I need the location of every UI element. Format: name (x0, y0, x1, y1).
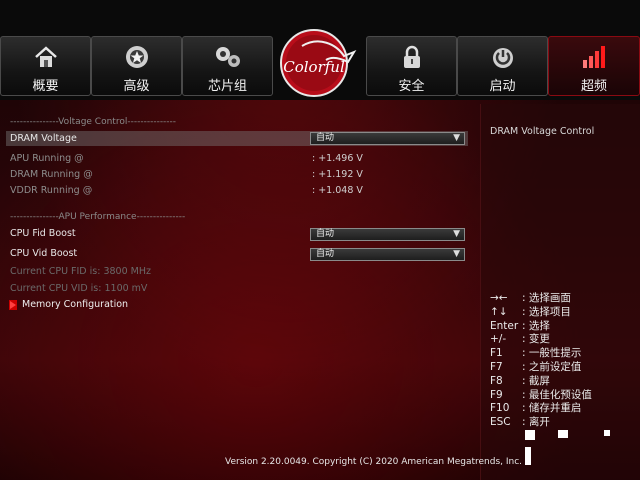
dram-voltage-label[interactable]: DRAM Voltage (10, 133, 77, 144)
dram-voltage-select[interactable]: 自动 ▼ (310, 132, 465, 145)
cpu-fid-boost-select[interactable]: 自动 ▼ (310, 228, 465, 241)
voltage-control-header: ---------------Voltage Control----------… (10, 117, 177, 127)
chevron-down-icon: ▼ (453, 133, 460, 143)
apu-running-value: : +1.496 V (312, 153, 363, 164)
lock-icon (399, 43, 425, 71)
key-legend-row: F8: 截屏 (490, 374, 550, 387)
tab-overclock[interactable]: 超频 (548, 36, 640, 96)
version-footer: Version 2.20.0049. Copyright (C) 2020 Am… (225, 457, 523, 467)
key-legend-row: F10: 储存并重启 (490, 402, 582, 415)
key-legend-row: ↑↓: 选择项目 (490, 305, 571, 318)
power-icon (490, 43, 516, 71)
key-legend-row: F1: 一般性提示 (490, 347, 582, 360)
submenu-arrow-icon (9, 299, 17, 310)
artifact-square (525, 447, 531, 465)
tab-boot-label: 启动 (489, 79, 516, 94)
current-cpu-vid-text: Current CPU VID is: 1100 mV (10, 283, 148, 294)
key-legend-row: F7: 之前设定值 (490, 360, 582, 373)
tab-security[interactable]: 安全 (366, 36, 457, 96)
star-gear-icon (124, 43, 150, 71)
key-legend-row: +/-: 变更 (490, 333, 550, 346)
tab-boot[interactable]: 启动 (457, 36, 548, 96)
artifact-square (558, 430, 568, 438)
tab-overview-label: 概要 (32, 79, 59, 94)
vddr-running-label: VDDR Running @ (10, 185, 93, 196)
tab-chipset[interactable]: 芯片组 (182, 36, 273, 96)
key-legend-row: ESC: 离开 (490, 416, 550, 429)
apu-performance-header: ---------------APU Performance----------… (10, 212, 186, 222)
artifact-square (604, 430, 610, 436)
chevron-down-icon: ▼ (453, 229, 460, 239)
memory-configuration-link[interactable]: Memory Configuration (9, 299, 129, 310)
current-cpu-fid-text: Current CPU FID is: 3800 MHz (10, 266, 151, 277)
dram-running-value: : +1.192 V (312, 169, 363, 180)
tab-advanced[interactable]: 高级 (91, 36, 182, 96)
tab-chipset-label: 芯片组 (207, 79, 247, 94)
colorful-logo: Colorful (274, 26, 364, 100)
dram-running-label: DRAM Running @ (10, 169, 93, 180)
tab-advanced-label: 高级 (123, 79, 150, 94)
vddr-running-value: : +1.048 V (312, 185, 363, 196)
apu-running-label: APU Running @ (10, 153, 84, 164)
tab-overview[interactable]: 概要 (0, 36, 91, 96)
memory-configuration-label: Memory Configuration (22, 299, 129, 310)
svg-text:Colorful: Colorful (283, 58, 345, 76)
bars-icon (580, 43, 608, 71)
gears-icon (213, 43, 243, 71)
cpu-vid-boost-label[interactable]: CPU Vid Boost (10, 248, 77, 259)
key-legend: →←: 选择画面 ↑↓: 选择项目 Enter: 选择 +/-: 变更 F1: … (490, 292, 592, 430)
key-legend-row: Enter: 选择 (490, 319, 550, 332)
tab-overclock-label: 超频 (580, 79, 607, 94)
tab-security-label: 安全 (398, 79, 425, 94)
artifact-square (525, 430, 535, 440)
key-legend-row: →←: 选择画面 (490, 292, 571, 304)
cpu-fid-boost-label[interactable]: CPU Fid Boost (10, 228, 76, 239)
cpu-vid-boost-select[interactable]: 自动 ▼ (310, 248, 465, 261)
help-title: DRAM Voltage Control (490, 126, 595, 137)
key-legend-row: F9: 最佳化预设值 (490, 388, 592, 401)
chevron-down-icon: ▼ (453, 249, 460, 259)
home-icon (33, 43, 59, 71)
